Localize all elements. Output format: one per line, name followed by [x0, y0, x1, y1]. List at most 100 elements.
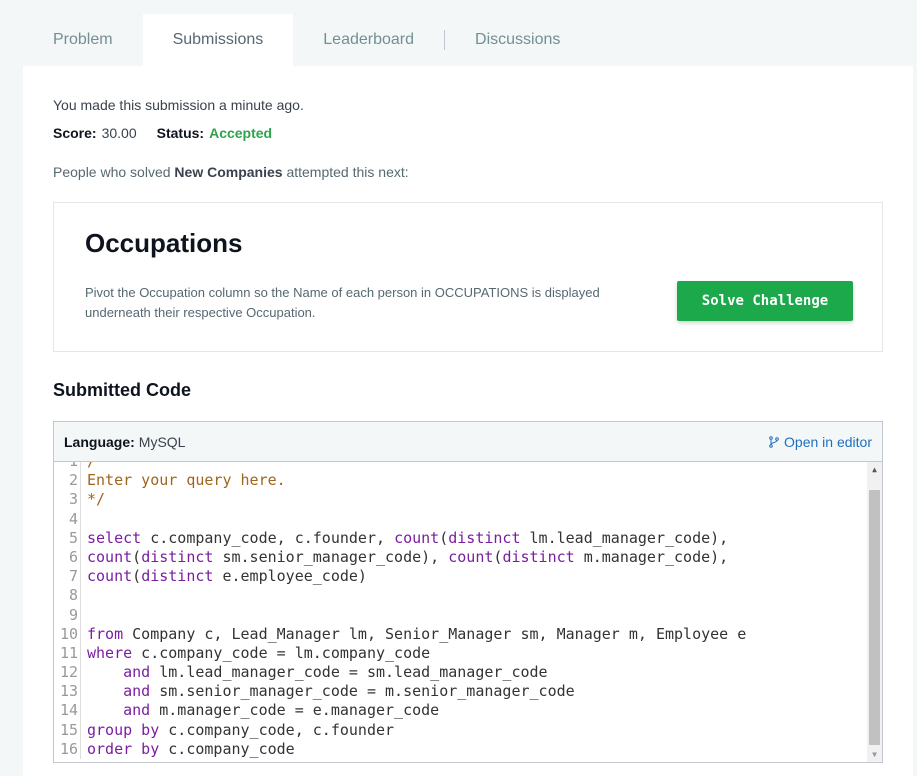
challenge-description: Pivot the Occupation column so the Name …	[85, 285, 600, 320]
status-label: Status:	[156, 125, 205, 141]
code-keyword: count	[87, 567, 133, 586]
code-line: 11 where c.company_code = lm.company_code	[54, 643, 866, 664]
line-number: 16	[54, 739, 81, 759]
line-number: 8	[54, 586, 81, 606]
recommended-challenge-card: Occupations Pivot the Occupation column …	[53, 202, 883, 352]
submission-panel: You made this submission a minute ago. S…	[23, 66, 913, 776]
code-header: Language: MySQL Open in editor	[54, 422, 882, 462]
submission-time-text: You made this submission a minute ago.	[53, 97, 304, 113]
open-in-editor-label: Open in editor	[784, 433, 872, 450]
caret-up-icon[interactable]: ▲	[867, 462, 882, 477]
code-line: 5 select c.company_code, c.founder, count…	[54, 528, 866, 548]
code-line: 3 */	[54, 490, 866, 510]
code-line: 13 and sm.senior_manager_code = m.senior…	[54, 682, 866, 702]
code-comment: */	[87, 490, 106, 509]
code-keyword: and	[123, 682, 151, 701]
code-lines: 1 /* 2 Enter your query here. 3 */ 45 select c.…	[54, 462, 866, 759]
code-keyword: distinct	[141, 567, 214, 586]
code-editor-area[interactable]: 1 /* 2 Enter your query here. 3 */ 45 select c.…	[54, 462, 882, 762]
score-value: 30.00	[101, 125, 137, 141]
language-label: Language:	[64, 433, 135, 450]
line-number: 1	[54, 462, 81, 472]
code-text: c.company_code	[159, 739, 295, 758]
status-value: Accepted	[209, 125, 273, 141]
code-text: (	[439, 528, 449, 547]
code-keyword: count	[87, 547, 133, 566]
line-number: 11	[54, 643, 81, 664]
scrollbar-thumb[interactable]	[869, 490, 880, 745]
code-keyword: group by	[87, 720, 160, 739]
code-line: 12 and lm.lead_manager_code = sm.lead_ma…	[54, 663, 866, 683]
language-value: MySQL	[138, 433, 186, 450]
tab-submissions[interactable]: Submissions	[142, 14, 294, 66]
code-text: c.company_code, c.founder,	[141, 528, 395, 547]
code-line: 2 Enter your query here.	[54, 471, 866, 491]
tab-discussions[interactable]: Discussions	[445, 14, 590, 66]
tab-problem[interactable]: Problem	[23, 14, 143, 66]
challenge-title[interactable]: Occupations	[85, 228, 242, 259]
code-line: 6 count(distinct sm.senior_manager_code),…	[54, 547, 866, 568]
code-line: 7 count(distinct e.employee_code)	[54, 567, 866, 587]
code-keyword: and	[123, 701, 151, 720]
code-text: sm.senior_manager_code = m.senior_manage…	[150, 682, 575, 701]
code-keyword: count	[394, 528, 440, 547]
line-number: 15	[54, 720, 81, 740]
line-number: 2	[54, 471, 81, 491]
code-text: (	[132, 567, 142, 586]
code-text: m.manager_code),	[574, 547, 729, 566]
solve-challenge-button[interactable]: Solve Challenge	[677, 281, 853, 321]
code-line: 9	[54, 605, 866, 625]
caret-down-icon[interactable]: ▼	[867, 747, 882, 762]
line-number: 7	[54, 567, 81, 587]
code-text: (	[493, 547, 503, 566]
tab-bar: Problem Submissions Leaderboard Discussi…	[23, 14, 590, 66]
code-keyword: and	[123, 663, 151, 682]
code-keyword: select	[87, 528, 142, 547]
code-keyword: count	[448, 547, 494, 566]
solved-challenge-name: New Companies	[174, 164, 283, 180]
code-text: Company c, Lead_Manager lm, Senior_Manag…	[123, 624, 747, 643]
line-number: 6	[54, 547, 81, 568]
submitted-code-heading: Submitted Code	[53, 380, 191, 400]
code-text: m.manager_code = e.manager_code	[150, 701, 440, 720]
code-viewer: Language:MySQL Open in editor 1 /* 2 Enter …	[53, 421, 883, 763]
code-line: 4	[54, 509, 866, 529]
score-status-line: Score: 30.00 Status: Accepted	[53, 125, 272, 141]
code-text: e.employee_code)	[213, 567, 367, 586]
line-number: 4	[54, 509, 81, 529]
tab-label: Discussions	[475, 31, 561, 48]
open-in-editor-link[interactable]: Open in editor	[768, 434, 872, 450]
next-prefix: People who solved	[53, 164, 175, 180]
code-text: lm.lead_manager_code = sm.lead_manager_c…	[150, 663, 548, 682]
tab-label: Leaderboard	[323, 31, 415, 48]
line-number: 10	[54, 624, 81, 644]
code-keyword: distinct	[141, 547, 214, 566]
line-number: 14	[54, 701, 81, 721]
branch-icon	[769, 435, 779, 448]
vertical-scrollbar[interactable]: ▲ ▼	[867, 462, 882, 762]
code-line: 14 and m.manager_code = e.manager_code	[54, 701, 866, 721]
code-text: (	[132, 547, 142, 566]
code-keyword: where	[87, 643, 133, 662]
code-line: 8	[54, 586, 866, 606]
code-line: 1 /*	[54, 462, 866, 472]
code-line: 10 from Company c, Lead_Manager lm, Senio…	[54, 624, 866, 644]
code-keyword: order by	[87, 739, 160, 758]
line-number: 9	[54, 605, 81, 625]
next-challenge-text: People who solved New Companies attempte…	[53, 164, 409, 180]
line-number: 3	[54, 490, 81, 510]
tab-label: Problem	[53, 31, 113, 48]
code-text: sm.senior_manager_code),	[213, 547, 449, 566]
score-label: Score:	[53, 125, 97, 141]
next-suffix: attempted this next:	[282, 164, 409, 180]
code-comment: Enter your query here.	[87, 471, 286, 490]
code-text: c.company_code = lm.company_code	[132, 643, 431, 662]
code-line: 16 order by c.company_code	[54, 739, 866, 759]
line-number: 5	[54, 528, 81, 548]
code-line: 15 group by c.company_code, c.founder	[54, 720, 866, 740]
code-comment: /*	[87, 462, 105, 471]
tab-leaderboard[interactable]: Leaderboard	[293, 14, 444, 66]
